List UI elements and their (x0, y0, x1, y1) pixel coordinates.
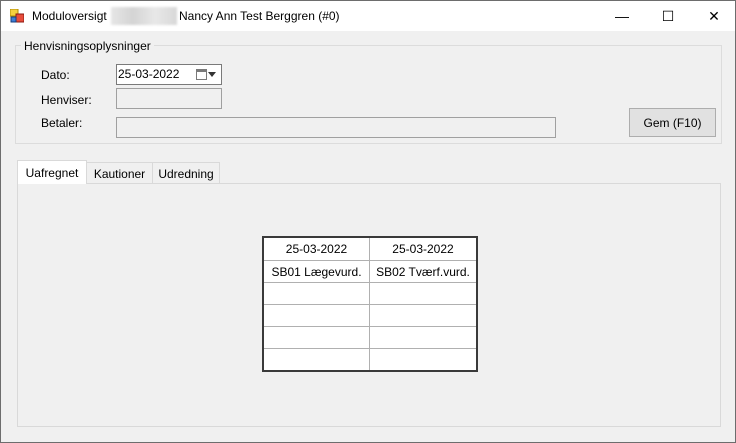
referrer-label: Henviser: (41, 93, 92, 107)
grid-cell[interactable] (264, 305, 370, 327)
app-icon (10, 9, 24, 23)
calendar-icon[interactable] (196, 69, 207, 80)
close-button[interactable]: ✕ (691, 1, 736, 31)
grid-cell[interactable] (264, 283, 370, 305)
minimize-button[interactable]: — (599, 1, 645, 31)
grid-cell[interactable] (370, 327, 476, 349)
minimize-icon: — (615, 8, 629, 24)
window-title-patient: Nancy Ann Test Berggren (#0) (179, 9, 340, 23)
client-area: Henvisningsoplysninger Dato: 25-03-2022 … (1, 31, 735, 442)
close-icon: ✕ (708, 7, 720, 24)
grid-header-cell[interactable]: 25-03-2022 (264, 238, 370, 261)
maximize-icon: ☐ (661, 7, 675, 24)
chevron-down-icon[interactable] (208, 72, 216, 77)
date-value: 25-03-2022 (118, 67, 180, 81)
payer-label: Betaler: (41, 116, 83, 130)
grid-cell[interactable] (264, 349, 370, 370)
grid-cell[interactable]: SB02 Tværf.vurd. (370, 261, 476, 283)
grid-cell[interactable]: SB01 Lægevurd. (264, 261, 370, 283)
payer-field[interactable] (116, 117, 556, 138)
referrer-field[interactable] (116, 88, 222, 109)
redacted-title-segment (111, 7, 177, 25)
tab-udredning[interactable]: Udredning (152, 162, 220, 184)
maximize-button[interactable]: ☐ (645, 1, 691, 31)
save-button[interactable]: Gem (F10) (629, 108, 716, 137)
title-bar[interactable]: Moduloversigt Nancy Ann Test Berggren (#… (1, 1, 735, 31)
grid-cell[interactable] (264, 327, 370, 349)
date-label: Dato: (41, 68, 70, 82)
grid-cell[interactable] (370, 283, 476, 305)
date-picker[interactable]: 25-03-2022 (116, 64, 222, 85)
tab-kautioner[interactable]: Kautioner (86, 162, 153, 184)
referral-group-title: Henvisningsoplysninger (21, 39, 154, 53)
main-window: Moduloversigt Nancy Ann Test Berggren (#… (0, 0, 736, 443)
grid-cell[interactable] (370, 349, 476, 370)
appointments-grid[interactable]: 25-03-2022 25-03-2022 SB01 Lægevurd. SB0… (262, 236, 478, 372)
tab-uafregnet[interactable]: Uafregnet (17, 160, 87, 184)
grid-cell[interactable] (370, 305, 476, 327)
grid-header-cell[interactable]: 25-03-2022 (370, 238, 476, 261)
window-title-prefix: Moduloversigt (32, 9, 107, 23)
tab-page-uafregnet: 25-03-2022 25-03-2022 SB01 Lægevurd. SB0… (17, 183, 721, 427)
